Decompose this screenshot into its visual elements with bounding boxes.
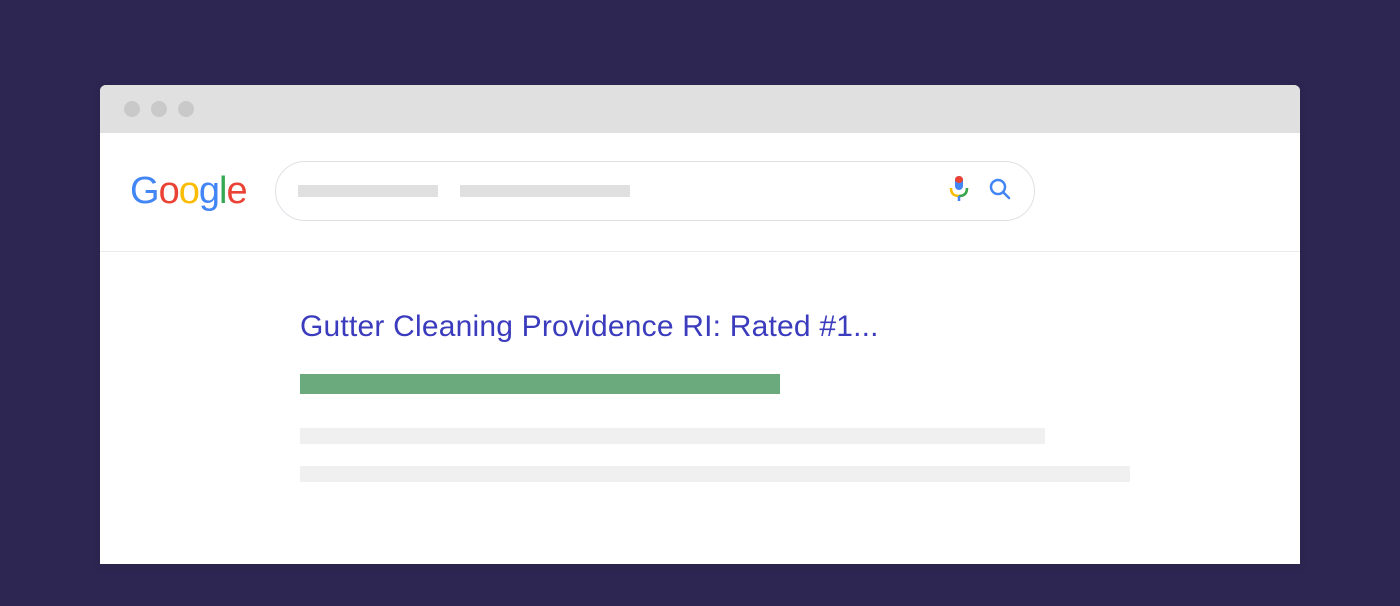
window-maximize-dot[interactable] (178, 101, 194, 117)
window-minimize-dot[interactable] (151, 101, 167, 117)
microphone-icon[interactable] (948, 175, 970, 208)
logo-letter-g: G (130, 170, 159, 212)
logo-letter-o1: o (159, 170, 179, 212)
logo-letter-e: e (226, 170, 246, 212)
placeholder-bar (298, 185, 438, 197)
window-close-dot[interactable] (124, 101, 140, 117)
logo-letter-o2: o (179, 170, 199, 212)
search-results: Gutter Cleaning Providence RI: Rated #1.… (100, 252, 1300, 564)
google-logo[interactable]: Google (130, 170, 247, 213)
result-snippet-line (300, 466, 1130, 482)
result-url-placeholder (300, 374, 780, 394)
browser-window: Google (100, 85, 1300, 564)
browser-titlebar (100, 85, 1300, 133)
logo-letter-g2: g (199, 170, 219, 212)
search-icon[interactable] (988, 177, 1012, 206)
result-title-link[interactable]: Gutter Cleaning Providence RI: Rated #1.… (300, 310, 1270, 344)
search-header: Google (100, 133, 1300, 252)
placeholder-bar (460, 185, 630, 197)
search-query-placeholder (298, 185, 930, 197)
search-input[interactable] (275, 161, 1035, 221)
result-snippet-line (300, 428, 1045, 444)
